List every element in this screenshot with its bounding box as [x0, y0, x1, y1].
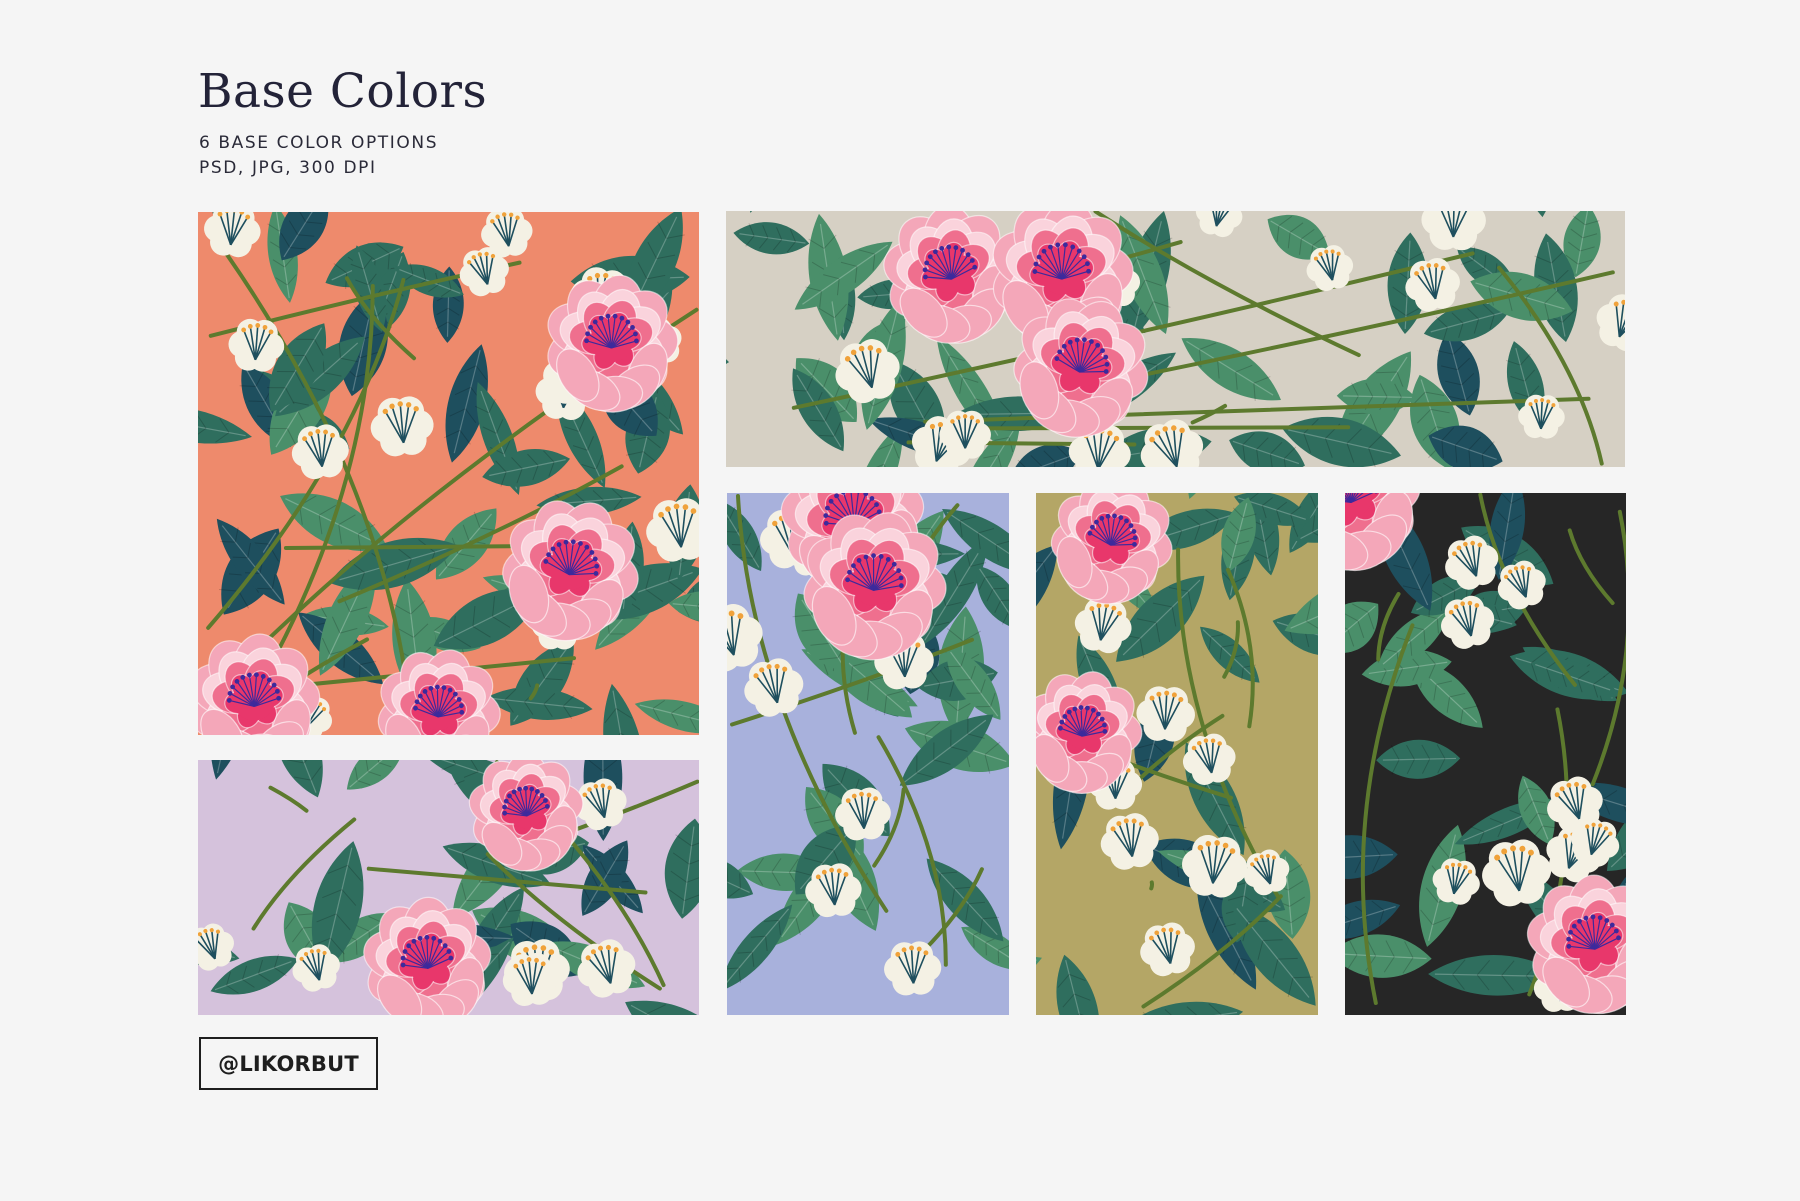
floral-pattern-art [727, 493, 1009, 1015]
swatch-tile-olive [1036, 493, 1318, 1015]
swatch-tile-lilac [198, 760, 699, 1015]
floral-pattern-art [198, 760, 699, 1015]
subtitle-color-options: 6 BASE COLOR OPTIONS [199, 133, 439, 153]
subtitle-file-formats: PSD, JPG, 300 DPI [199, 158, 377, 178]
author-handle-badge: @LIKORBUT [199, 1037, 378, 1090]
swatch-tile-periwinkle [727, 493, 1009, 1015]
floral-pattern-art [726, 211, 1625, 467]
floral-pattern-art [1345, 493, 1626, 1015]
swatch-tile-charcoal [1345, 493, 1626, 1015]
swatch-tile-greige [726, 211, 1625, 467]
swatch-tile-coral [198, 212, 699, 735]
floral-pattern-art [1036, 493, 1318, 1015]
page-title: Base Colors [198, 64, 488, 119]
floral-pattern-art [198, 212, 699, 735]
